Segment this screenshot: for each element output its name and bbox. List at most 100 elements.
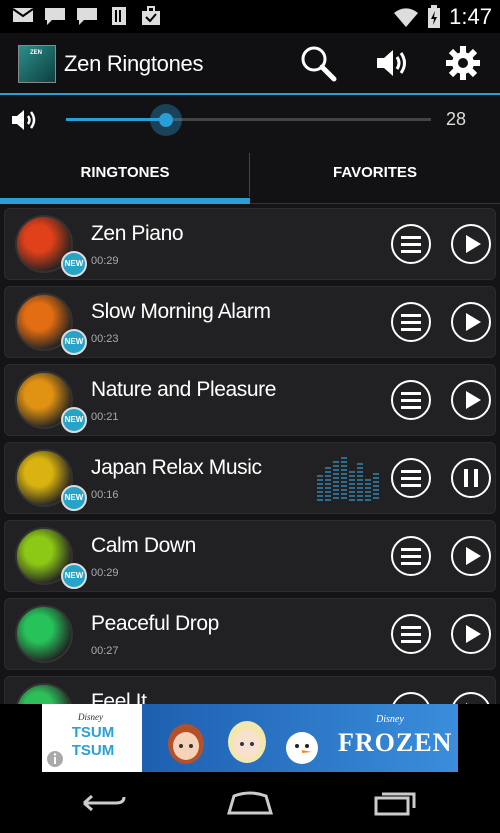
ringtone-duration: 00:29 xyxy=(91,255,119,267)
info-icon[interactable] xyxy=(46,750,64,768)
equalizer-icon xyxy=(317,457,387,501)
new-badge: NEW xyxy=(61,485,87,511)
play-button[interactable] xyxy=(451,302,491,342)
ad-left-panel[interactable]: Disney TSUM TSUM xyxy=(42,704,142,772)
ringtone-title: Feel It xyxy=(91,690,147,704)
ad-right-title: FROZEN xyxy=(338,728,453,757)
ringtone-duration: 00:29 xyxy=(91,567,119,579)
olaf-character-icon xyxy=(286,732,318,764)
menu-icon xyxy=(401,392,421,409)
menu-button[interactable] xyxy=(391,380,431,420)
play-icon xyxy=(466,313,481,331)
pause-icon xyxy=(464,469,478,487)
briefcase-icon xyxy=(142,6,160,25)
menu-icon xyxy=(401,626,421,643)
menu-button[interactable] xyxy=(391,692,431,704)
play-icon xyxy=(466,625,481,643)
ringtone-duration: 00:21 xyxy=(91,411,119,423)
ringtone-title: Japan Relax Music xyxy=(91,456,262,479)
navigation-bar xyxy=(0,772,500,833)
volume-slider-thumb[interactable] xyxy=(150,104,182,136)
ringtone-duration: 00:27 xyxy=(91,645,119,657)
play-icon xyxy=(466,547,481,565)
equalizer-bar xyxy=(357,463,363,501)
menu-icon xyxy=(401,470,421,487)
chat-icon xyxy=(77,8,97,25)
volume-value: 28 xyxy=(446,109,467,129)
ringtone-row[interactable]: NEW Nature and Pleasure 00:21 xyxy=(4,364,496,436)
menu-icon xyxy=(393,694,429,704)
ringtone-title: Calm Down xyxy=(91,534,196,557)
equalizer-bar xyxy=(349,471,355,501)
ad-right-brand: Disney xyxy=(376,714,404,725)
anna-character-icon xyxy=(168,724,204,764)
new-badge: NEW xyxy=(61,251,87,277)
app-icon-text: ZEN xyxy=(30,50,42,56)
ringtone-duration: 00:23 xyxy=(91,333,119,345)
ringtone-title: Nature and Pleasure xyxy=(91,378,277,401)
equalizer-bar xyxy=(341,457,347,501)
ringtone-row[interactable]: NEW Calm Down 00:29 xyxy=(4,520,496,592)
ringtone-row[interactable]: NEW Slow Morning Alarm 00:23 xyxy=(4,286,496,358)
play-button[interactable] xyxy=(451,224,491,264)
menu-button[interactable] xyxy=(391,458,431,498)
equalizer-bar xyxy=(373,473,379,501)
tab-favorites[interactable]: FAVORITES xyxy=(250,147,500,203)
action-bar: ZEN Zen Ringtones xyxy=(0,33,500,95)
recents-icon[interactable] xyxy=(372,788,420,816)
play-button[interactable] xyxy=(451,692,491,704)
play-button[interactable] xyxy=(451,614,491,654)
volume-slider[interactable] xyxy=(66,104,431,136)
wifi-icon xyxy=(394,8,419,27)
menu-button[interactable] xyxy=(391,224,431,264)
menu-button[interactable] xyxy=(391,302,431,342)
ringtone-title: Slow Morning Alarm xyxy=(91,300,271,323)
new-badge: NEW xyxy=(61,329,87,355)
gmail-icon xyxy=(12,8,34,22)
ad-right-panel[interactable]: Disney FROZEN xyxy=(142,704,458,772)
ringtone-row[interactable]: NEW Zen Piano 00:29 xyxy=(4,208,496,280)
volume-bar: 28 xyxy=(0,95,500,147)
search-icon[interactable] xyxy=(298,43,338,83)
pause-button[interactable] xyxy=(451,458,491,498)
volume-icon[interactable] xyxy=(373,43,413,83)
back-icon[interactable] xyxy=(80,790,128,816)
home-icon[interactable] xyxy=(226,790,274,816)
play-button[interactable] xyxy=(451,536,491,576)
menu-icon xyxy=(401,236,421,253)
play-icon xyxy=(466,703,468,704)
menu-icon xyxy=(401,548,421,565)
play-button[interactable] xyxy=(451,380,491,420)
ad-left-brand: Disney xyxy=(78,712,103,722)
clock: 1:47 xyxy=(449,4,492,29)
equalizer-bar xyxy=(333,461,339,501)
ad-banner[interactable]: Disney TSUM TSUM Disney FROZEN xyxy=(0,704,500,772)
equalizer-bar xyxy=(365,479,371,501)
ringtone-title: Peaceful Drop xyxy=(91,612,219,635)
elsa-character-icon xyxy=(228,721,266,763)
tab-ringtones[interactable]: RINGTONES xyxy=(0,147,250,203)
menu-button[interactable] xyxy=(391,536,431,576)
speaker-icon xyxy=(12,110,36,130)
ringtone-row[interactable]: Feel It xyxy=(4,676,496,704)
app-icon[interactable]: ZEN xyxy=(18,45,56,83)
ringtone-title: Zen Piano xyxy=(91,222,184,245)
status-bar: 1:47 xyxy=(0,0,500,33)
chat-icon xyxy=(45,8,65,25)
menu-icon xyxy=(401,314,421,331)
ringtone-row[interactable]: Peaceful Drop 00:27 xyxy=(4,598,496,670)
new-badge: NEW xyxy=(61,563,87,589)
play-icon xyxy=(466,235,481,253)
ringtone-thumbnail xyxy=(15,683,73,704)
tab-bar: RINGTONES FAVORITES xyxy=(0,147,500,204)
settings-icon[interactable] xyxy=(443,43,483,83)
equalizer-bar xyxy=(317,475,323,501)
ringtone-row[interactable]: NEW Japan Relax Music 00:16 xyxy=(4,442,496,514)
sim-icon xyxy=(112,7,126,25)
equalizer-bar xyxy=(325,467,331,501)
menu-button[interactable] xyxy=(391,614,431,654)
new-badge: NEW xyxy=(61,407,87,433)
ringtone-duration: 00:16 xyxy=(91,489,119,501)
ringtone-thumbnail xyxy=(15,605,73,663)
ringtone-list[interactable]: NEW Zen Piano 00:29 NEW Slow Morning Alarm 00… xyxy=(0,204,500,704)
